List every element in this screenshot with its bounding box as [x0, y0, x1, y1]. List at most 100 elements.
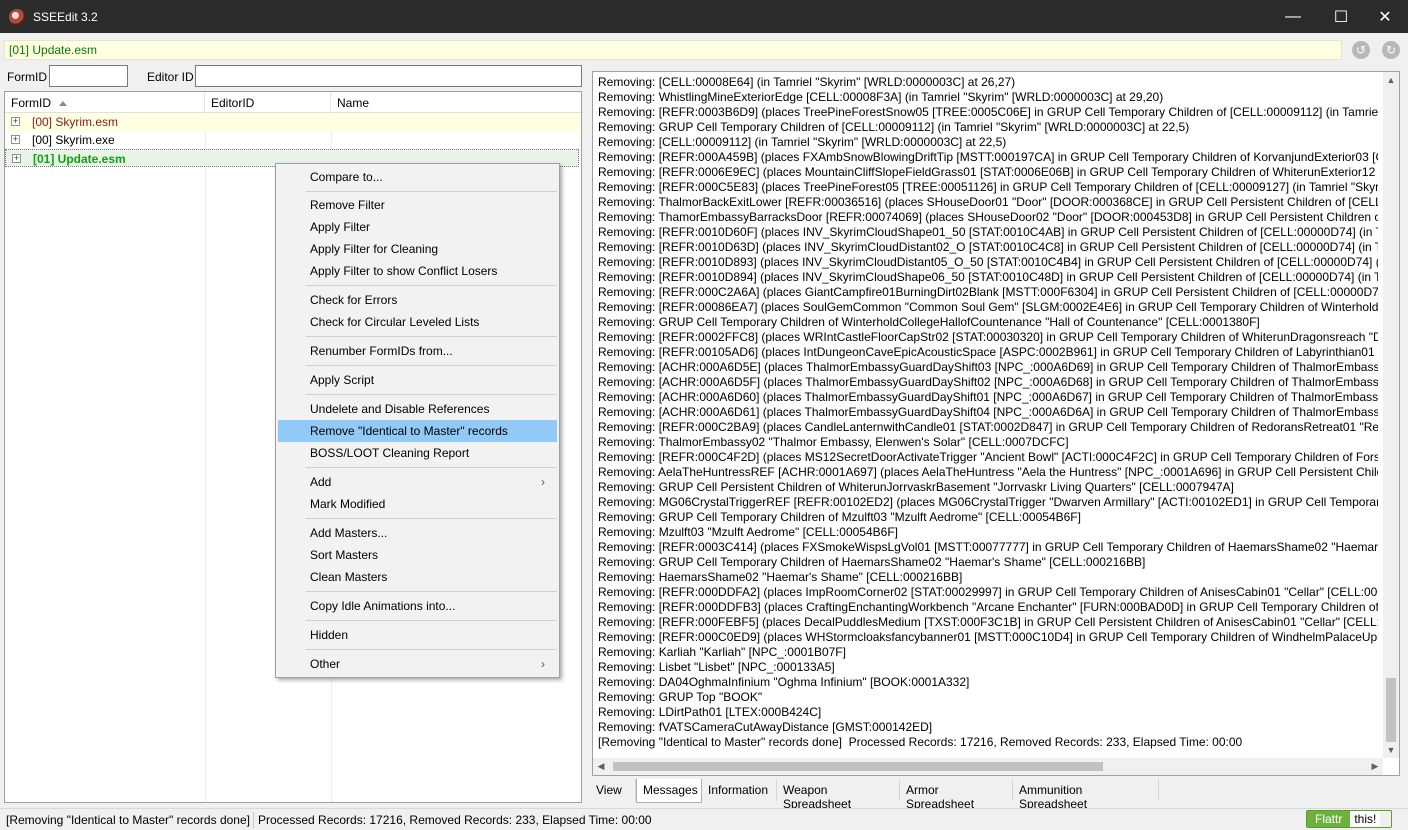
message-line: Removing: [ACHR:000A6D60] (places Thalmo… [598, 390, 1378, 404]
message-line: Removing: [ACHR:000A6D61] (places Thalmo… [598, 405, 1378, 419]
expand-icon[interactable]: + [12, 154, 21, 163]
menu-separator [306, 285, 557, 286]
menu-apply-filter-cleaning[interactable]: Apply Filter for Cleaning [278, 238, 557, 260]
message-line: Removing: GRUP Top "BOOK" [598, 690, 763, 704]
tab-view[interactable]: View [590, 779, 636, 801]
message-line: Removing: [REFR:000C4F2D] (places MS12Se… [598, 450, 1378, 464]
message-line: Removing: [REFR:000DDFB3] (places Crafti… [598, 600, 1378, 614]
message-line: Removing: WhistlingMineExteriorEdge [CEL… [598, 90, 1164, 104]
message-line: Removing: HaemarsShame02 "Haemar's Shame… [598, 570, 963, 584]
message-line: Removing: [REFR:0010D60F] (places INV_Sk… [598, 225, 1378, 239]
message-line: Removing: [REFR:000C2A6A] (places GiantC… [598, 285, 1378, 299]
messages-panel[interactable]: Removing: [CELL:00008E64] (in Tamriel "S… [592, 71, 1400, 776]
message-line: [Removing "Identical to Master" records … [598, 735, 1243, 749]
menu-apply-filter-conflict-losers[interactable]: Apply Filter to show Conflict Losers [278, 260, 557, 282]
menu-separator [306, 649, 557, 650]
menu-separator [306, 591, 557, 592]
message-line: Removing: ThamorEmbassyBarracksDoor [REF… [598, 210, 1378, 224]
tab-armor-spreadsheet[interactable]: Armor Spreadsheet [900, 779, 1013, 811]
formid-input[interactable] [49, 65, 128, 87]
column-formid[interactable]: FormID [5, 92, 205, 113]
horizontal-scrollbar[interactable]: ◀ ▶ [593, 758, 1383, 775]
menu-undelete-disable-references[interactable]: Undelete and Disable References [278, 398, 557, 420]
message-line: Removing: [REFR:000A459B] (places FXAmbS… [598, 150, 1378, 164]
message-line: Removing: ThalmorEmbassy02 "Thalmor Emba… [598, 435, 1069, 449]
menu-mark-modified[interactable]: Mark Modified [278, 493, 557, 515]
message-line: Removing: [ACHR:000A6D5F] (places Thalmo… [598, 375, 1378, 389]
tree-row-skyrim-exe[interactable]: + [00] Skyrim.exe [5, 131, 581, 149]
message-line: Removing: DA04OghmaInfinium "Oghma Infin… [598, 675, 970, 689]
menu-check-errors[interactable]: Check for Errors [278, 289, 557, 311]
tab-messages[interactable]: Messages [636, 779, 702, 803]
window-title: SSEEdit 3.2 [33, 9, 98, 24]
app-icon [9, 8, 25, 25]
menu-hidden[interactable]: Hidden [278, 624, 557, 646]
scroll-thumb[interactable] [1386, 678, 1396, 742]
message-line: Removing: [REFR:0010D63D] (places INV_Sk… [598, 240, 1378, 254]
scroll-up-icon[interactable]: ▲ [1383, 72, 1399, 88]
menu-check-circular-lists[interactable]: Check for Circular Leveled Lists [278, 311, 557, 333]
title-bar: SSEEdit 3.2 — ☐ ✕ [0, 0, 1408, 33]
tab-information[interactable]: Information [702, 779, 777, 801]
context-menu: Compare to... Remove Filter Apply Filter… [275, 163, 560, 678]
scroll-down-icon[interactable]: ▼ [1383, 742, 1399, 758]
vertical-scrollbar[interactable]: ▲ ▼ [1383, 72, 1399, 758]
message-line: Removing: [REFR:000C5E83] (places TreePi… [598, 180, 1378, 194]
tab-ammunition-spreadsheet[interactable]: Ammunition Spreadsheet [1013, 779, 1159, 811]
column-divider [205, 113, 206, 802]
menu-separator [306, 191, 557, 192]
flattr-button[interactable]: Flattr this! [1306, 810, 1392, 828]
editorid-input[interactable] [195, 65, 582, 87]
message-line: Removing: GRUP Cell Temporary Children o… [598, 555, 1146, 569]
menu-compare-to[interactable]: Compare to... [278, 166, 557, 188]
menu-apply-filter[interactable]: Apply Filter [278, 216, 557, 238]
message-line: Removing: MG06CrystalTriggerREF [REFR:00… [598, 495, 1378, 509]
menu-separator [306, 365, 557, 366]
menu-remove-identical-to-master[interactable]: Remove "Identical to Master" records [278, 420, 557, 442]
menu-separator [306, 467, 557, 468]
tab-weapon-spreadsheet[interactable]: Weapon Spreadsheet [777, 779, 900, 811]
menu-separator [306, 518, 557, 519]
scroll-thumb-horizontal[interactable] [613, 762, 1103, 771]
menu-boss-loot-report[interactable]: BOSS/LOOT Cleaning Report [278, 442, 557, 464]
minimize-button[interactable]: — [1270, 0, 1316, 33]
message-line: Removing: [ACHR:000A6D5E] (places Thalmo… [598, 360, 1378, 374]
menu-remove-filter[interactable]: Remove Filter [278, 194, 557, 216]
message-line: Removing: fVATSCameraCutAwayDistance [GM… [598, 720, 933, 734]
formid-label: FormID [7, 70, 47, 84]
status-bar: [Removing "Identical to Master" records … [0, 808, 1408, 830]
sort-ascending-icon [59, 101, 67, 106]
menu-add-masters[interactable]: Add Masters... [278, 522, 557, 544]
forward-icon[interactable]: ↻ [1382, 41, 1400, 59]
menu-copy-idle-animations[interactable]: Copy Idle Animations into... [278, 595, 557, 617]
back-icon[interactable]: ↺ [1352, 41, 1370, 59]
column-name[interactable]: Name [331, 92, 581, 113]
message-line: Removing: [REFR:0002FFC8] (places WRIntC… [598, 330, 1378, 344]
message-line: Removing: [REFR:0010D894] (places INV_Sk… [598, 270, 1378, 284]
expand-icon[interactable]: + [11, 117, 20, 126]
menu-other[interactable]: Other › [278, 653, 557, 675]
scroll-left-icon[interactable]: ◀ [593, 758, 609, 775]
scroll-right-icon[interactable]: ▶ [1367, 758, 1383, 775]
message-line: Removing: GRUP Cell Temporary Children o… [598, 120, 1190, 134]
maximize-button[interactable]: ☐ [1318, 0, 1364, 33]
message-line: Removing: [REFR:000DDFA2] (places ImpRoo… [598, 585, 1378, 599]
menu-add[interactable]: Add › [278, 471, 557, 493]
message-line: Removing: [REFR:00086EA7] (places SoulGe… [598, 300, 1378, 314]
message-line: Removing: [REFR:0003C414] (places FXSmok… [598, 540, 1378, 554]
message-line: Removing: AelaTheHuntressREF [ACHR:0001A… [598, 465, 1378, 479]
message-line: Removing: [CELL:00009112] (in Tamriel "S… [598, 135, 1007, 149]
menu-sort-masters[interactable]: Sort Masters [278, 544, 557, 566]
menu-clean-masters[interactable]: Clean Masters [278, 566, 557, 588]
menu-renumber-formids[interactable]: Renumber FormIDs from... [278, 340, 557, 362]
submenu-arrow-icon: › [541, 475, 545, 489]
tree-row-skyrim-esm[interactable]: + [00] Skyrim.esm [5, 113, 581, 131]
status-message: [Removing "Identical to Master" records … [6, 813, 250, 827]
column-editorid[interactable]: EditorID [205, 92, 331, 113]
close-button[interactable]: ✕ [1362, 0, 1408, 33]
menu-separator [306, 620, 557, 621]
status-stats: Processed Records: 17216, Removed Record… [258, 813, 652, 827]
menu-apply-script[interactable]: Apply Script [278, 369, 557, 391]
expand-icon[interactable]: + [11, 135, 20, 144]
message-line: Removing: [REFR:000C2BA9] (places Candle… [598, 420, 1378, 434]
